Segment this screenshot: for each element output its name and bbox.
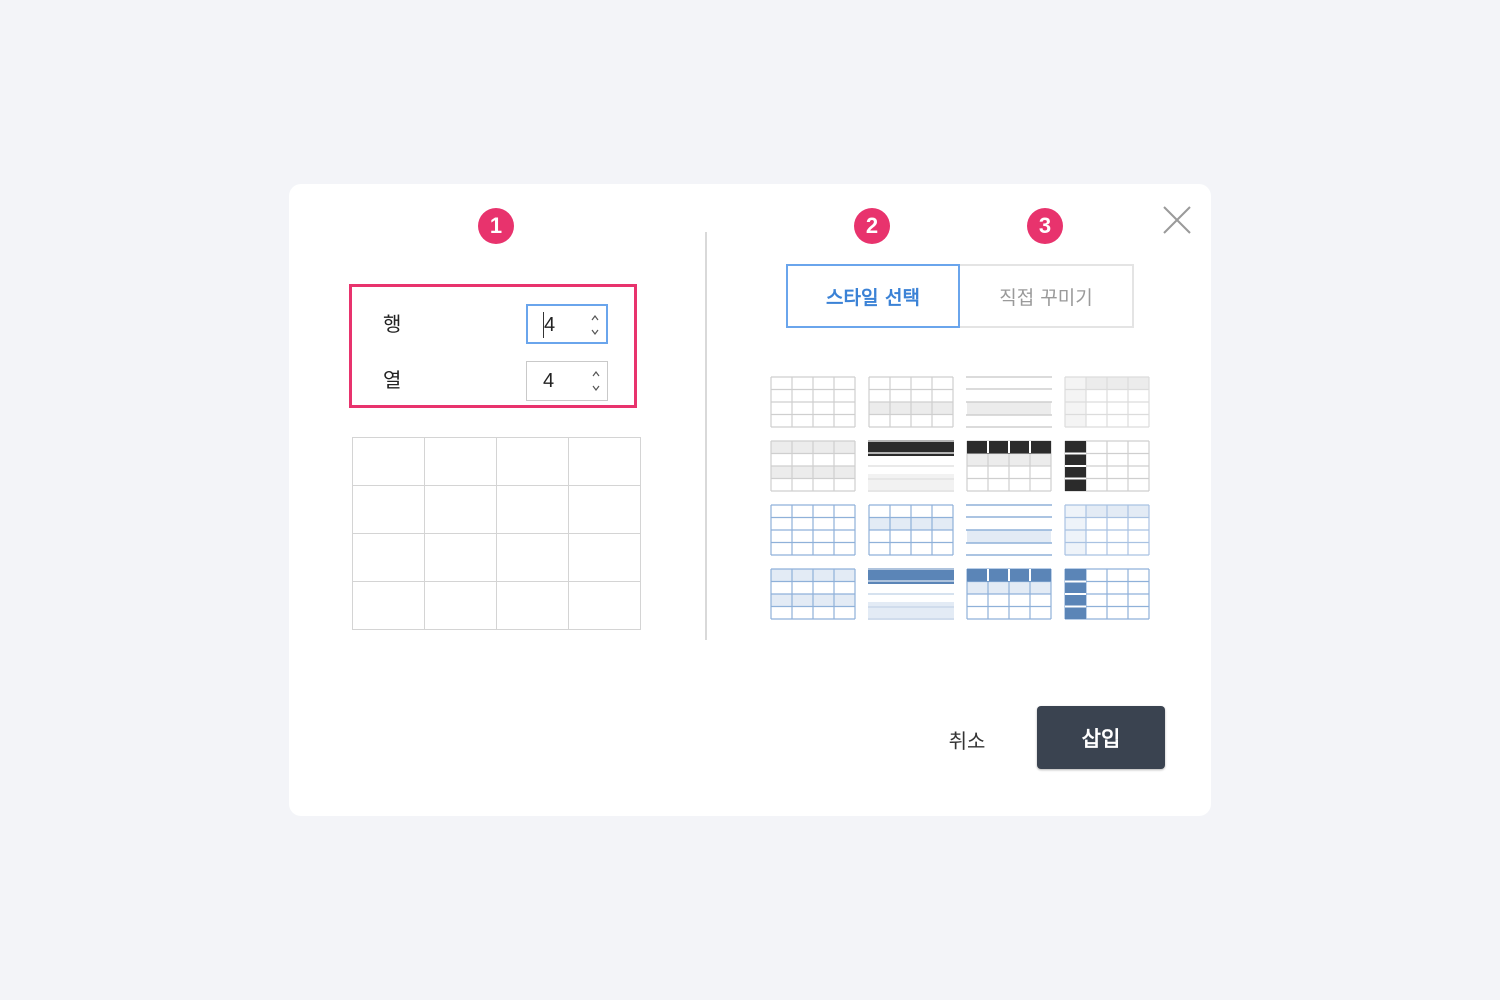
close-icon <box>1163 206 1191 234</box>
step-marker-1: 1 <box>478 208 514 244</box>
table-style-icon <box>1064 376 1150 428</box>
preview-cell <box>496 485 569 534</box>
style-preset-blue-first-column[interactable] <box>1064 568 1150 620</box>
preview-row <box>352 581 641 630</box>
cols-label: 열 <box>383 368 402 392</box>
table-style-icon <box>966 504 1052 556</box>
style-preset-black-header-bar[interactable] <box>868 440 954 492</box>
insert-table-dialog: 1 2 3 행 4 열 4 스타일 선택 직접 꾸미기 취소 삽입 <box>289 184 1211 816</box>
table-style-icon <box>966 568 1052 620</box>
preview-cell <box>352 437 425 486</box>
cols-value: 4 <box>543 370 555 392</box>
style-preset-blue-plain[interactable] <box>770 504 856 556</box>
preview-cell <box>568 533 641 582</box>
preview-row <box>352 485 641 534</box>
style-preset-blue-alternating-rows[interactable] <box>868 504 954 556</box>
cols-stepper[interactable]: 4 <box>526 361 608 401</box>
vertical-divider <box>705 232 707 640</box>
style-preset-gray-alternating-rows[interactable] <box>868 376 954 428</box>
style-preset-gray-horizontal-lines[interactable] <box>966 376 1052 428</box>
tab-custom-decorate[interactable]: 직접 꾸미기 <box>960 264 1134 328</box>
preview-cell <box>496 533 569 582</box>
preview-cell <box>352 485 425 534</box>
close-button[interactable] <box>1161 204 1193 236</box>
table-style-icon <box>770 440 856 492</box>
table-style-icon <box>966 440 1052 492</box>
table-style-icon <box>1064 440 1150 492</box>
step-marker-2: 2 <box>854 208 890 244</box>
cancel-button[interactable]: 취소 <box>927 714 1007 764</box>
table-preview-grid <box>352 437 641 630</box>
table-style-icon <box>868 440 954 492</box>
preview-cell <box>568 437 641 486</box>
style-preset-blue-shaded[interactable] <box>770 568 856 620</box>
preview-row <box>352 437 641 486</box>
preview-cell <box>424 581 497 630</box>
style-preset-gray-light-header[interactable] <box>1064 376 1150 428</box>
preview-cell <box>424 533 497 582</box>
preview-cell <box>496 581 569 630</box>
table-style-icon <box>966 376 1052 428</box>
style-preset-gray-shaded[interactable] <box>770 440 856 492</box>
table-style-icon <box>770 568 856 620</box>
tab-style-select[interactable]: 스타일 선택 <box>786 264 960 328</box>
table-style-icon <box>1064 568 1150 620</box>
preview-cell <box>568 485 641 534</box>
table-style-icon <box>1064 504 1150 556</box>
preview-cell <box>352 533 425 582</box>
preview-cell <box>496 437 569 486</box>
table-style-icon <box>770 504 856 556</box>
rows-stepper[interactable]: 4 <box>526 304 608 344</box>
style-preset-black-header-row[interactable] <box>966 440 1052 492</box>
spin-arrows-icon[interactable] <box>591 367 601 395</box>
table-style-icon <box>770 376 856 428</box>
table-style-icon <box>868 504 954 556</box>
step-marker-3: 3 <box>1027 208 1063 244</box>
preview-cell <box>424 485 497 534</box>
preview-row <box>352 533 641 582</box>
style-preset-plain-gray[interactable] <box>770 376 856 428</box>
style-preset-blue-light-header[interactable] <box>1064 504 1150 556</box>
style-preset-blue-header-row[interactable] <box>966 568 1052 620</box>
table-style-icon <box>868 568 954 620</box>
rows-value: 4 <box>544 314 556 336</box>
table-style-icon <box>868 376 954 428</box>
style-preset-blue-horizontal-lines[interactable] <box>966 504 1052 556</box>
spin-arrows-icon[interactable] <box>590 311 600 339</box>
style-preset-blue-header-bar[interactable] <box>868 568 954 620</box>
preview-cell <box>568 581 641 630</box>
preview-cell <box>352 581 425 630</box>
rows-label: 행 <box>383 312 402 336</box>
style-preset-black-first-column[interactable] <box>1064 440 1150 492</box>
preview-cell <box>424 437 497 486</box>
insert-button[interactable]: 삽입 <box>1037 706 1165 769</box>
